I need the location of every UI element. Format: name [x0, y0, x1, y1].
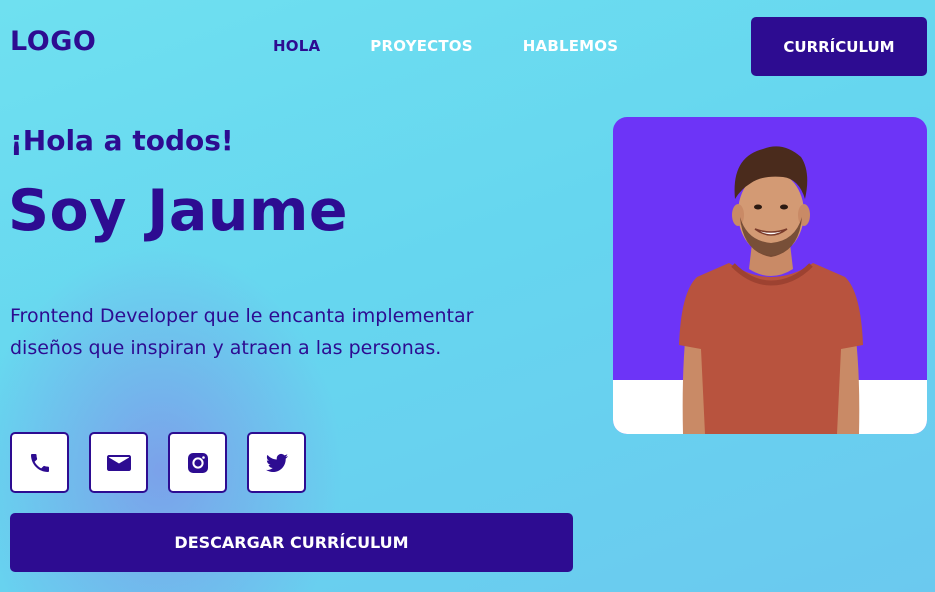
twitter-icon: [265, 453, 288, 472]
name-heading: Soy Jaume: [8, 178, 349, 244]
greeting-heading: ¡Hola a todos!: [10, 124, 234, 157]
mail-icon: [106, 454, 131, 471]
phone-icon: [30, 453, 49, 472]
main-nav: HOLA PROYECTOS HABLEMOS: [273, 37, 668, 55]
curriculum-button[interactable]: CURRÍCULUM: [751, 17, 927, 76]
twitter-button[interactable]: [247, 432, 306, 493]
description-text: Frontend Developer que le encanta implem…: [10, 305, 474, 359]
mail-button[interactable]: [89, 432, 148, 493]
person-illustration: [679, 146, 863, 434]
profile-photo: [613, 117, 927, 434]
nav-link-hola[interactable]: HOLA: [273, 37, 320, 55]
instagram-icon: [187, 452, 208, 473]
download-cv-button[interactable]: DESCARGAR CURRÍCULUM: [10, 513, 573, 572]
nav-link-proyectos[interactable]: PROYECTOS: [370, 37, 472, 55]
nav-link-hablemos[interactable]: HABLEMOS: [523, 37, 618, 55]
instagram-button[interactable]: [168, 432, 227, 493]
social-links: [10, 432, 326, 493]
phone-button[interactable]: [10, 432, 69, 493]
logo[interactable]: LOGO: [10, 26, 96, 57]
